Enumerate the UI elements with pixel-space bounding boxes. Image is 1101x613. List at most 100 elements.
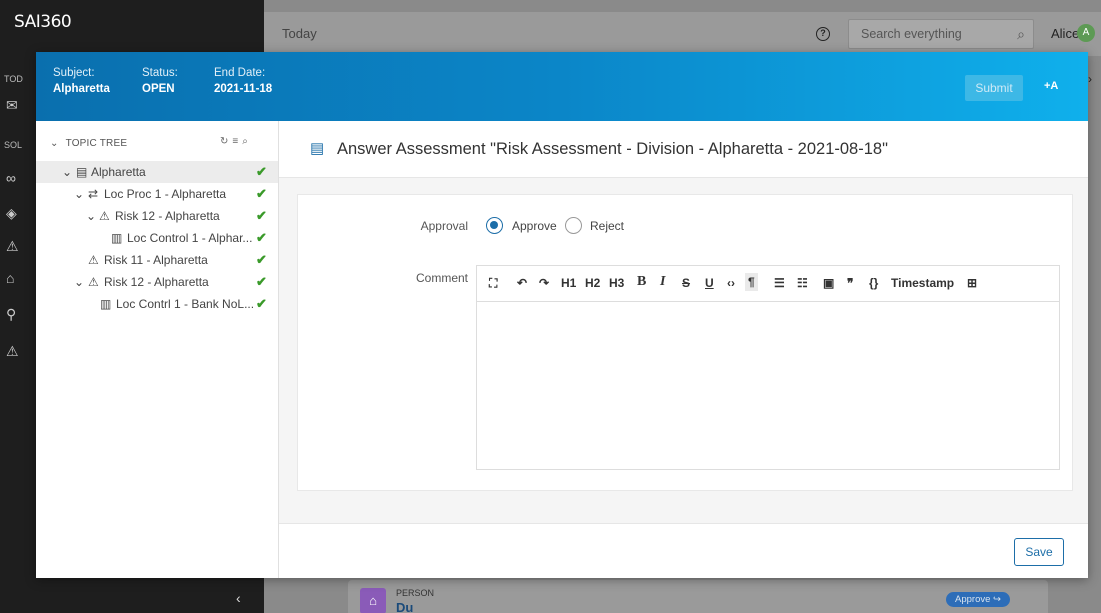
control-icon: ▥: [111, 231, 123, 245]
user-name[interactable]: Alice: [1051, 26, 1079, 41]
chevron-down-icon[interactable]: ⌄: [50, 138, 59, 149]
subject-label: Subject:: [53, 67, 95, 79]
chevron-down-icon[interactable]: ⌄: [74, 275, 84, 289]
heading3-button[interactable]: H3: [609, 276, 624, 290]
status-badge[interactable]: Approve ↪: [946, 592, 1010, 607]
link-icon[interactable]: ∞: [6, 170, 16, 186]
tree-item-label: Loc Proc 1 - Alpharetta: [104, 187, 227, 201]
control-icon: ▥: [100, 297, 112, 311]
tree-item-label: Risk 11 - Alpharetta: [104, 253, 208, 267]
megaphone-icon[interactable]: ⌂: [6, 270, 14, 286]
comment-label: Comment: [415, 271, 468, 285]
process-icon: ⇄: [88, 187, 99, 201]
tree-item[interactable]: ⌄ ⇄ Loc Proc 1 - Alpharetta ✔: [36, 183, 278, 205]
undo-icon[interactable]: ↶: [517, 276, 527, 290]
warning-icon[interactable]: ⚠: [6, 238, 19, 255]
tree-item-label: Alpharetta: [91, 165, 146, 179]
diamond-icon[interactable]: ◈: [6, 205, 17, 222]
underline-icon[interactable]: U: [705, 276, 714, 290]
table-icon: ▤: [310, 140, 325, 157]
chevron-down-icon[interactable]: ⌄: [74, 187, 84, 201]
topic-tree-panel: ⌄ TOPIC TREE ↻≡⌕ ⌄ ▤ Alpharetta ✔ ⌄ ⇄ Lo…: [36, 121, 279, 578]
redo-icon[interactable]: ↷: [539, 276, 549, 290]
tree-heading[interactable]: ⌄ TOPIC TREE: [50, 138, 127, 149]
strikethrough-icon[interactable]: S: [682, 276, 690, 290]
search-icon[interactable]: ⌕: [1017, 26, 1025, 43]
chevron-icon[interactable]: ›: [1088, 72, 1092, 86]
subject-field: Subject: Alpharetta: [53, 67, 110, 95]
image-icon[interactable]: ▣: [823, 276, 834, 290]
page-title: Answer Assessment "Risk Assessment - Div…: [337, 140, 888, 158]
editor-toolbar: ⛶ ↶ ↷ H1 H2 H3 B I S U ‹› ¶ ☰ ☷ ▣ ❞ {} T…: [477, 266, 1059, 302]
tree-actions: ↻≡⌕: [220, 136, 252, 147]
tree-heading-label: TOPIC TREE: [65, 138, 128, 149]
card-name[interactable]: Du: [396, 600, 413, 613]
chevron-down-icon[interactable]: ⌄: [62, 165, 72, 179]
check-icon: ✔: [256, 252, 267, 267]
search-placeholder: Search everything: [861, 27, 962, 41]
approve-radio[interactable]: [486, 217, 503, 234]
search-input[interactable]: Search everything ⌕: [848, 19, 1034, 49]
approve-radio-label[interactable]: Approve: [512, 219, 557, 233]
network-icon[interactable]: ⚲: [6, 306, 16, 323]
collapse-sidebar-icon[interactable]: ‹: [236, 590, 241, 606]
assessment-form: Approval Approve Reject Comment ⛶ ↶ ↷ H1…: [297, 194, 1073, 491]
avatar[interactable]: A: [1077, 24, 1095, 42]
search-icon[interactable]: ⌕: [242, 136, 252, 147]
save-button[interactable]: Save: [1014, 538, 1064, 566]
numbered-list-icon[interactable]: ☷: [797, 276, 808, 290]
subject-value: Alpharetta: [53, 83, 110, 95]
modal-header: Subject: Alpharetta Status: OPEN End Dat…: [36, 52, 1088, 121]
table-icon[interactable]: ⊞: [967, 276, 977, 290]
assign-user-icon[interactable]: +A: [1044, 80, 1058, 92]
warning-icon[interactable]: ⚠: [6, 343, 19, 360]
code-icon[interactable]: ‹›: [727, 276, 735, 290]
content-area: Approval Approve Reject Comment ⛶ ↶ ↷ H1…: [279, 177, 1088, 524]
tree-item-label: Risk 12 - Alpharetta: [104, 275, 209, 289]
warning-icon: ⚠: [88, 275, 99, 289]
end-date-label: End Date:: [214, 67, 266, 79]
check-icon: ✔: [256, 208, 267, 223]
check-icon: ✔: [256, 274, 267, 289]
tree-item[interactable]: ⚠ Risk 11 - Alpharetta ✔: [36, 249, 278, 271]
app-logo: SAI360: [14, 12, 72, 32]
reject-radio[interactable]: [565, 217, 582, 234]
chevron-down-icon[interactable]: ⌄: [86, 209, 96, 223]
refresh-icon[interactable]: ↻: [220, 136, 232, 147]
comment-textarea[interactable]: [477, 303, 1059, 469]
check-icon: ✔: [256, 186, 267, 201]
heading1-button[interactable]: H1: [561, 276, 576, 290]
help-icon[interactable]: ?: [816, 27, 830, 41]
submit-button[interactable]: Submit: [965, 75, 1023, 101]
sidebar-section-label: TOD: [4, 74, 23, 84]
bold-button[interactable]: B: [637, 274, 646, 290]
timestamp-button[interactable]: Timestamp: [891, 276, 954, 290]
paragraph-icon[interactable]: ¶: [745, 273, 758, 291]
quote-icon[interactable]: ❞: [847, 276, 853, 290]
fullscreen-icon[interactable]: ⛶: [489, 276, 497, 291]
bullet-list-icon[interactable]: ☰: [774, 276, 785, 290]
building-icon: ▤: [76, 165, 88, 179]
tree-item[interactable]: ⌄ ⚠ Risk 12 - Alpharetta ✔: [36, 271, 278, 293]
end-date-value: 2021-11-18: [214, 83, 273, 95]
approval-label: Approval: [420, 219, 468, 233]
inbox-icon[interactable]: ✉: [6, 97, 18, 114]
background-card: ⌂ PERSON Du Approve ↪: [348, 580, 1048, 613]
tree-item-label: Risk 12 - Alpharetta: [115, 209, 220, 223]
tree-item[interactable]: ⌄ ▤ Alpharetta ✔: [36, 161, 278, 183]
code-block-icon[interactable]: {}: [869, 276, 878, 290]
reject-radio-label[interactable]: Reject: [590, 219, 624, 233]
heading2-button[interactable]: H2: [585, 276, 600, 290]
tree-item[interactable]: ▥ Loc Control 1 - Alphar... ✔: [36, 227, 278, 249]
tree-item-label: Loc Control 1 - Alphar...: [127, 231, 253, 245]
assessment-content: ▤ Answer Assessment "Risk Assessment - D…: [279, 121, 1088, 578]
status-label: Status:: [142, 67, 178, 79]
page-title: Today: [282, 26, 317, 41]
tree-item[interactable]: ⌄ ⚠ Risk 12 - Alpharetta ✔: [36, 205, 278, 227]
assessment-modal: Subject: Alpharetta Status: OPEN End Dat…: [36, 52, 1088, 578]
check-icon: ✔: [256, 296, 267, 311]
warning-icon: ⚠: [99, 209, 110, 223]
tree-item[interactable]: ▥ Loc Contrl 1 - Bank NoL... ✔: [36, 293, 278, 315]
collapse-all-icon[interactable]: ≡: [232, 136, 242, 147]
italic-icon[interactable]: I: [660, 274, 665, 290]
